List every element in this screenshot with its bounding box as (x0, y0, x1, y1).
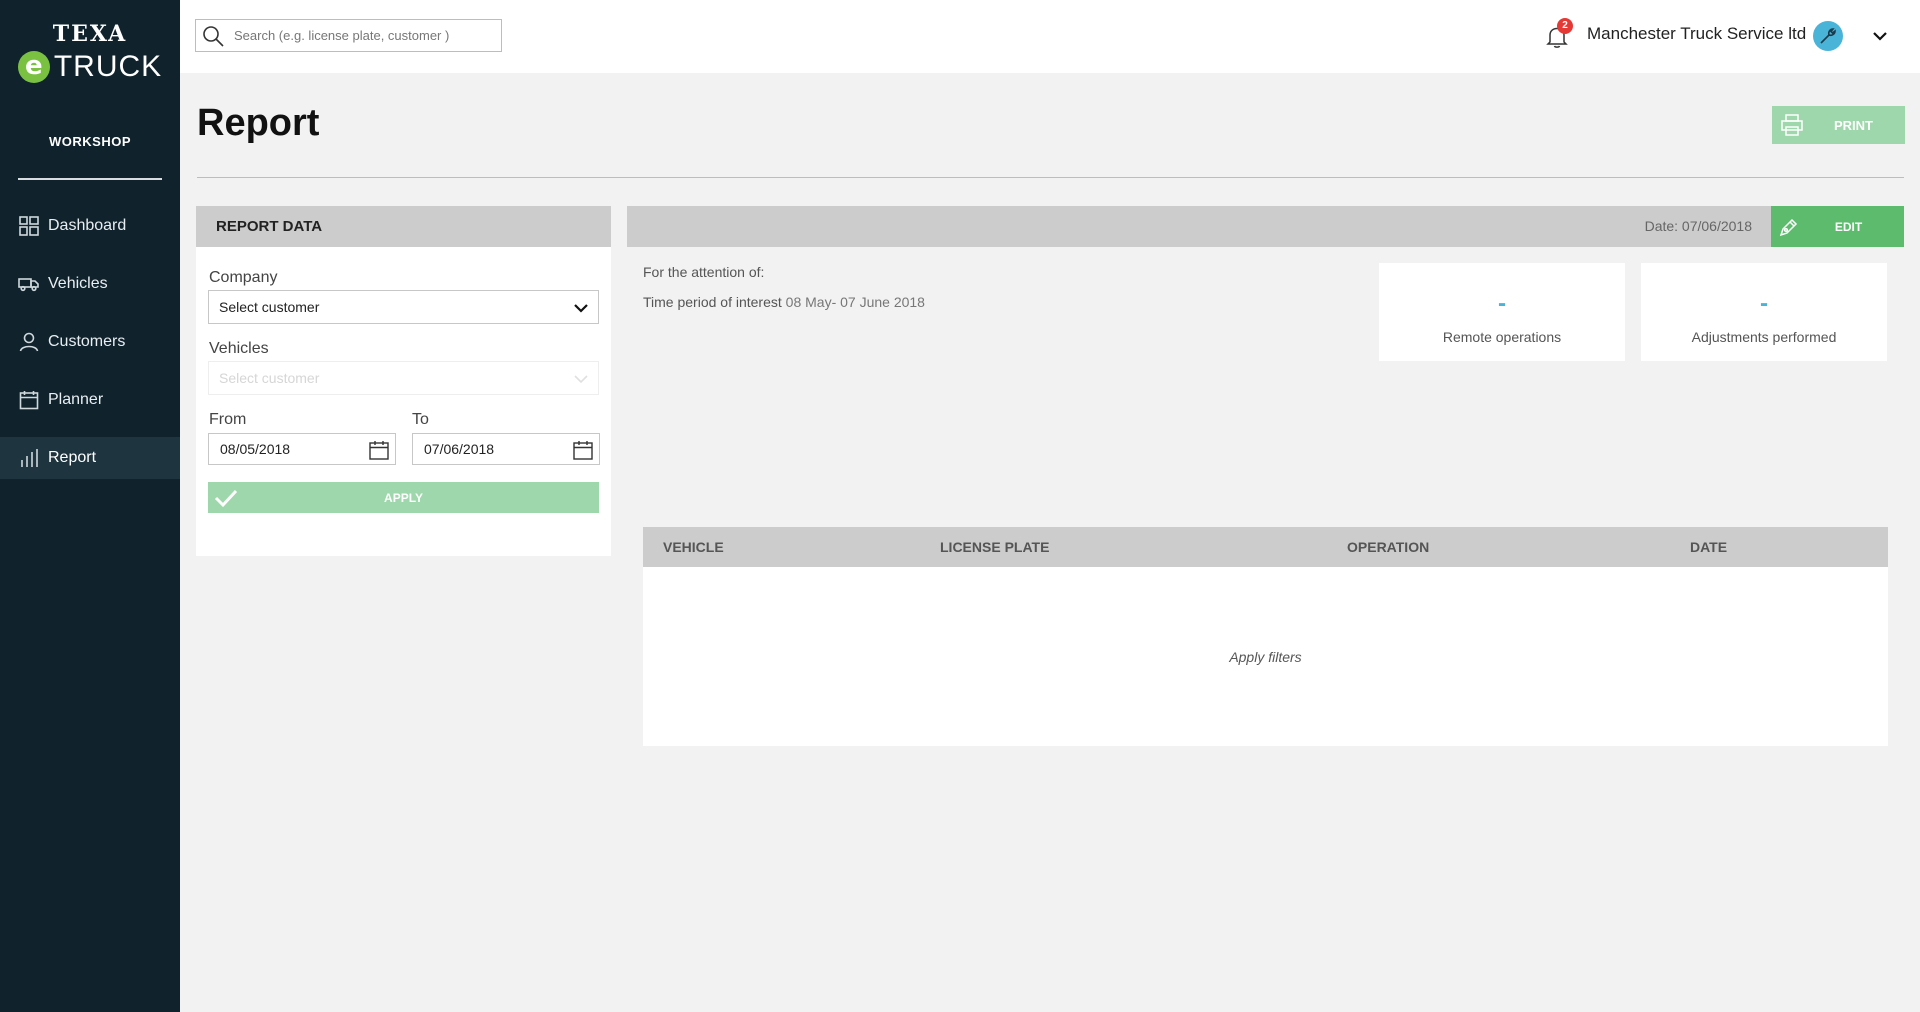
app-logo[interactable]: TEXA e TRUCK (0, 20, 180, 84)
operations-table: VEHICLE LICENSE PLATE OPERATION DATE App… (643, 527, 1888, 746)
vehicles-select[interactable]: Select customer (208, 361, 599, 395)
to-date-input[interactable]: 07/06/2018 (412, 433, 600, 465)
to-date-value: 07/06/2018 (424, 441, 495, 457)
user-company-name[interactable]: Manchester Truck Service ltd (1587, 24, 1806, 44)
stat-label: Adjustments performed (1691, 329, 1837, 345)
avatar[interactable] (1813, 21, 1843, 51)
column-header-license-plate[interactable]: LICENSE PLATE (940, 539, 1049, 555)
sidebar-nav: Dashboard Vehicles Customers Planner Rep… (0, 205, 180, 495)
stat-label: Remote operations (1442, 329, 1562, 345)
sidebar: TEXA e TRUCK WORKSHOP Dashboard Vehicles… (0, 0, 180, 1012)
sidebar-divider (18, 178, 162, 180)
sidebar-item-planner[interactable]: Planner (0, 379, 180, 421)
edit-button[interactable]: EDIT (1771, 206, 1904, 247)
report-data-header: REPORT DATA (196, 206, 611, 247)
report-header-bar: Date: 07/06/2018 EDIT (627, 206, 1904, 247)
stat-card-adjustments-performed: - Adjustments performed (1641, 263, 1887, 361)
logo-e-badge: e (17, 51, 50, 83)
stat-card-remote-operations: - Remote operations (1379, 263, 1625, 361)
attention-label: For the attention of: (643, 264, 765, 280)
report-data-panel: REPORT DATA Company Select customer Vehi… (196, 206, 611, 556)
edit-button-label: EDIT (1834, 219, 1863, 234)
to-label: To (412, 411, 429, 428)
logo-texa-text: TEXA (52, 21, 128, 47)
sidebar-item-label: Dashboard (48, 217, 127, 234)
report-date: Date: 07/06/2018 (1644, 218, 1752, 234)
time-period-label: Time period of interest (643, 294, 782, 310)
search-input[interactable] (232, 21, 492, 50)
pen-edit-icon (1771, 216, 1807, 238)
sidebar-item-label: Report (48, 449, 97, 466)
truck-icon (18, 273, 40, 295)
column-header-vehicle[interactable]: VEHICLE (663, 539, 724, 555)
time-period: Time period of interest 08 May- 07 June … (643, 294, 925, 310)
print-button[interactable]: PRINT (1772, 106, 1905, 144)
from-date-value: 08/05/2018 (220, 441, 291, 457)
company-select-value: Select customer (219, 299, 320, 315)
sidebar-item-label: Planner (48, 391, 104, 408)
sidebar-item-label: Vehicles (48, 275, 108, 292)
from-date-input[interactable]: 08/05/2018 (208, 433, 396, 465)
company-label: Company (209, 269, 278, 286)
top-bar: 2 Manchester Truck Service ltd (180, 0, 1920, 73)
sidebar-item-vehicles[interactable]: Vehicles (0, 263, 180, 305)
company-select[interactable]: Select customer (208, 290, 599, 324)
sidebar-item-dashboard[interactable]: Dashboard (0, 205, 180, 247)
time-period-value: 08 May- 07 June 2018 (785, 294, 925, 310)
chevron-down-icon (572, 370, 590, 388)
sidebar-item-customers[interactable]: Customers (0, 321, 180, 363)
printer-icon (1772, 114, 1812, 136)
apply-button[interactable]: APPLY (208, 482, 599, 513)
table-header: VEHICLE LICENSE PLATE OPERATION DATE (643, 527, 1888, 567)
stat-value: - (1498, 290, 1506, 317)
apply-button-label: APPLY (384, 490, 423, 505)
sidebar-item-label: Customers (48, 333, 126, 350)
header-divider (197, 177, 1904, 178)
from-label: From (209, 411, 247, 428)
bar-chart-icon (18, 447, 40, 469)
checkmark-icon (210, 488, 242, 508)
column-header-operation[interactable]: OPERATION (1347, 539, 1429, 555)
table-empty-message: Apply filters (1229, 649, 1302, 665)
logo-truck-text: TRUCK (53, 50, 163, 83)
search-icon[interactable] (198, 21, 228, 51)
vehicles-label: Vehicles (209, 340, 269, 357)
person-icon (18, 331, 40, 353)
sidebar-section-title: WORKSHOP (49, 134, 131, 149)
page-title: Report (197, 102, 320, 144)
print-button-label: PRINT (1834, 117, 1873, 133)
search-box (195, 19, 502, 52)
notification-count-badge: 2 (1557, 18, 1573, 34)
stat-value: - (1760, 290, 1768, 317)
user-menu-chevron-down-icon[interactable] (1870, 26, 1890, 46)
calendar-icon (18, 389, 40, 411)
calendar-icon[interactable] (571, 438, 595, 462)
vehicles-select-value: Select customer (219, 370, 320, 386)
calendar-icon[interactable] (367, 438, 391, 462)
chevron-down-icon (572, 299, 590, 317)
sidebar-item-report[interactable]: Report (0, 437, 180, 479)
column-header-date[interactable]: DATE (1690, 539, 1727, 555)
dashboard-grid-icon (18, 215, 40, 237)
